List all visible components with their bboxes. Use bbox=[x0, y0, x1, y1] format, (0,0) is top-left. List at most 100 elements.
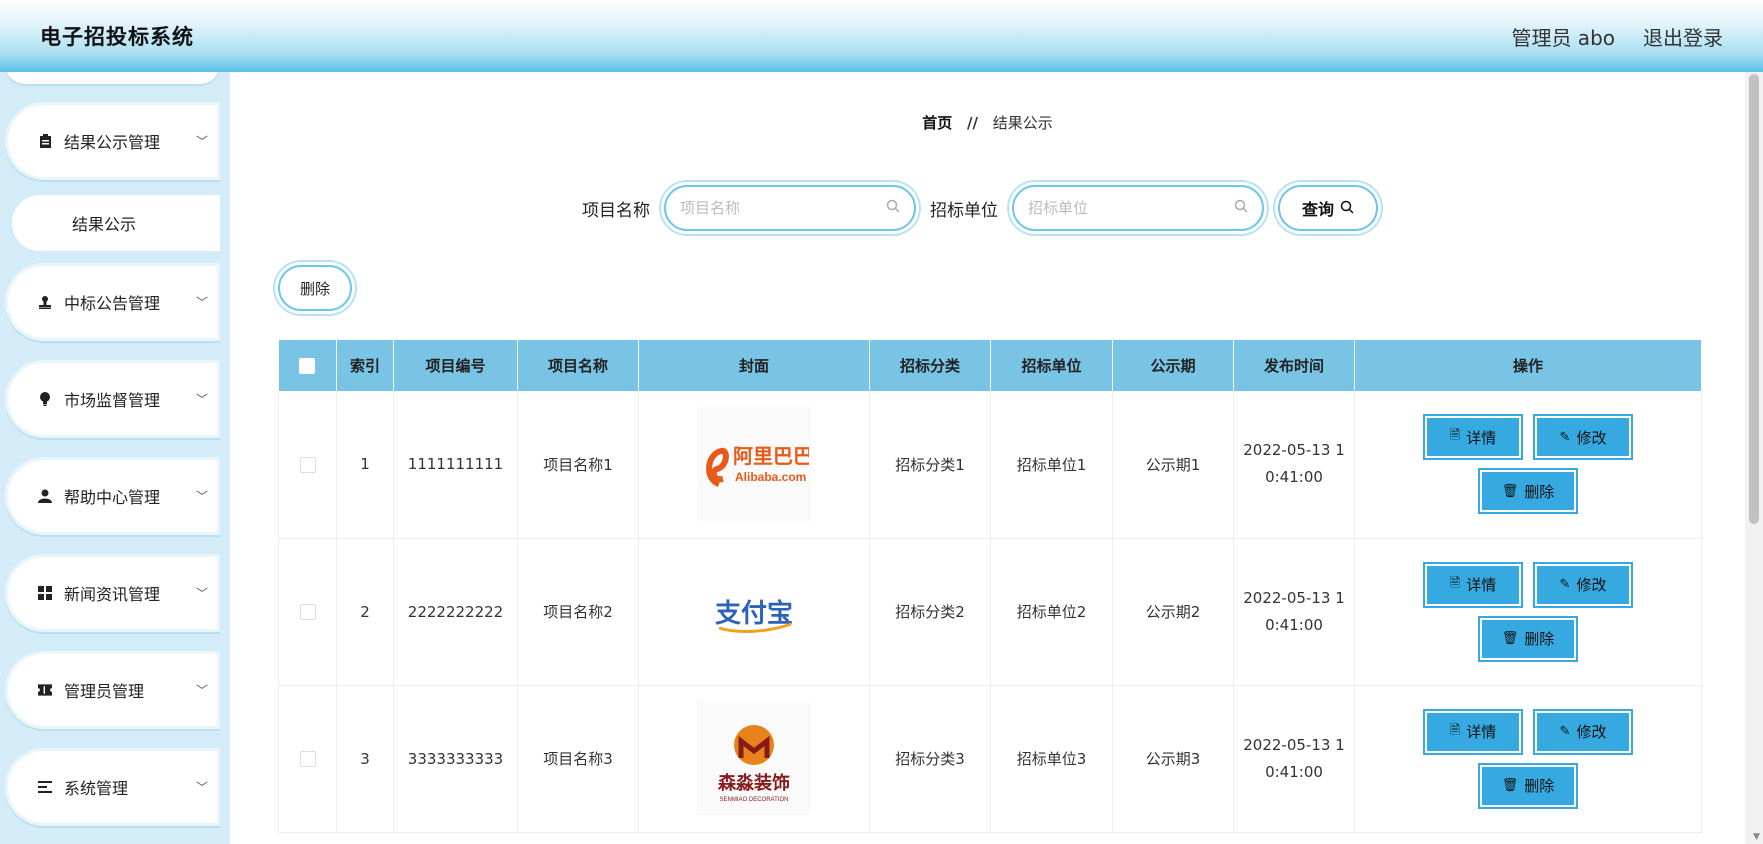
row-select-cell bbox=[278, 391, 337, 539]
document-icon: 🗎 bbox=[1449, 428, 1461, 444]
delete-button[interactable]: 🗑 删除 bbox=[1478, 615, 1578, 662]
row-checkbox[interactable] bbox=[299, 604, 316, 620]
table-row: 3 3333333333 项目名称3 森淼装饰 SENMIAO DECORATI… bbox=[278, 685, 1702, 833]
ticket-icon bbox=[38, 683, 52, 697]
project-name-input[interactable] bbox=[680, 199, 886, 217]
cover-cell: 支付宝 bbox=[638, 538, 870, 686]
submenu-item-result-publicity[interactable]: 结果公示 bbox=[12, 195, 220, 251]
query-button[interactable]: 查询 bbox=[1278, 185, 1378, 231]
edit-button[interactable]: ✎ 修改 bbox=[1533, 708, 1633, 755]
period-cell: 公示期1 bbox=[1112, 391, 1234, 539]
result-table: 索引 项目编号 项目名称 封面 招标分类 招标单位 公示期 发布时间 操作 1 … bbox=[278, 340, 1702, 833]
select-all-checkbox[interactable] bbox=[299, 358, 316, 374]
svg-text:森淼装饰: 森淼装饰 bbox=[718, 772, 790, 794]
period-cell: 公示期2 bbox=[1112, 538, 1234, 686]
publish-time-cell: 2022-05-13 1 0:41:00 bbox=[1233, 685, 1355, 833]
sidebar-item-partial[interactable] bbox=[5, 72, 220, 84]
detail-button-label: 详情 bbox=[1466, 428, 1497, 447]
main-content: 首页 // 结果公示 项目名称 招标单位 查询 删除 bbox=[230, 72, 1745, 844]
column-header: 公示期 bbox=[1112, 340, 1234, 391]
table-row: 2 2222222222 项目名称2 支付宝 招标分类2 招标单位2 公示期2 bbox=[278, 538, 1702, 686]
cover-image-alipay: 支付宝 bbox=[697, 554, 811, 669]
user-icon bbox=[38, 489, 52, 503]
sidebar-item-news[interactable]: 新闻资讯管理 ﹀ bbox=[5, 554, 220, 632]
delete-button[interactable]: 🗑 删除 bbox=[1478, 762, 1578, 809]
pencil-icon: ✎ bbox=[1559, 724, 1571, 739]
bidding-unit-input[interactable] bbox=[1028, 199, 1234, 217]
breadcrumb-current: 结果公示 bbox=[992, 114, 1053, 132]
sidebar-item-result-publicity[interactable]: 结果公示管理 ﹀ bbox=[5, 102, 220, 180]
column-header: 招标单位 bbox=[990, 340, 1113, 391]
unit-cell: 招标单位3 bbox=[990, 685, 1113, 833]
publish-time-cell: 2022-05-13 1 0:41:00 bbox=[1233, 538, 1355, 686]
sidebar-item-label: 系统管理 bbox=[64, 779, 129, 798]
batch-delete-button[interactable]: 删除 bbox=[278, 265, 352, 311]
trash-icon: 🗑 bbox=[1501, 778, 1519, 793]
logout-link[interactable]: 退出登录 bbox=[1643, 22, 1723, 51]
project-name-label: 项目名称 bbox=[582, 200, 650, 221]
ops-cell: 🗎 详情 ✎ 修改 🗑 删除 bbox=[1354, 538, 1702, 686]
sidebar-item-award-notice[interactable]: 中标公告管理 ﹀ bbox=[5, 263, 220, 341]
table-header-row: 索引 项目编号 项目名称 封面 招标分类 招标单位 公示期 发布时间 操作 bbox=[278, 340, 1702, 391]
search-bar: 项目名称 招标单位 查询 bbox=[582, 185, 1378, 231]
delete-button-label: 删除 bbox=[1524, 630, 1555, 648]
chevron-down-icon: ﹀ bbox=[195, 392, 208, 407]
cover-image-alibaba: 阿里巴巴 Alibaba.com bbox=[697, 407, 811, 522]
breadcrumb-separator: // bbox=[967, 114, 978, 132]
bidding-unit-label: 招标单位 bbox=[930, 200, 998, 221]
sidebar-item-market-supervision[interactable]: 市场监督管理 ﹀ bbox=[5, 360, 220, 438]
sidebar-item-label: 结果公示管理 bbox=[64, 133, 161, 152]
sidebar-item-label: 帮助中心管理 bbox=[64, 488, 161, 507]
clipboard-icon bbox=[38, 134, 52, 148]
delete-button[interactable]: 🗑 删除 bbox=[1478, 468, 1578, 515]
ops-cell: 🗎 详情 ✎ 修改 🗑 删除 bbox=[1354, 391, 1702, 539]
project-name-field[interactable] bbox=[664, 185, 916, 231]
edit-button-label: 修改 bbox=[1576, 428, 1607, 447]
edit-button-label: 修改 bbox=[1576, 576, 1607, 594]
edit-button[interactable]: ✎ 修改 bbox=[1533, 414, 1633, 461]
edit-button[interactable]: ✎ 修改 bbox=[1533, 561, 1633, 608]
scroll-down-arrow-icon[interactable]: ▼ bbox=[1753, 832, 1760, 842]
sidebar-item-label: 中标公告管理 bbox=[64, 294, 161, 313]
breadcrumb: 首页 // 结果公示 bbox=[230, 112, 1745, 133]
submenu-item-label: 结果公示 bbox=[72, 215, 137, 234]
chevron-down-icon: ﹀ bbox=[195, 780, 208, 795]
bidding-unit-field[interactable] bbox=[1012, 185, 1264, 231]
sidebar-item-help-center[interactable]: 帮助中心管理 ﹀ bbox=[5, 457, 220, 535]
project-code-cell: 1111111111 bbox=[393, 391, 518, 539]
detail-button[interactable]: 🗎 详情 bbox=[1423, 414, 1523, 461]
ops-cell: 🗎 详情 ✎ 修改 🗑 删除 bbox=[1354, 685, 1702, 833]
sidebar-item-admin[interactable]: 管理员管理 ﹀ bbox=[5, 651, 220, 729]
cover-image-senmiao: 森淼装饰 SENMIAO DECORATION bbox=[697, 700, 811, 815]
search-icon bbox=[886, 199, 900, 217]
svg-text:支付宝: 支付宝 bbox=[715, 598, 793, 629]
svg-text:SENMIAO DECORATION: SENMIAO DECORATION bbox=[720, 797, 789, 803]
sidebar: 结果公示管理 ﹀ 结果公示 中标公告管理 ﹀ 市场监督管理 ﹀ 帮助中心管理 ﹀… bbox=[0, 72, 230, 844]
bulb-icon bbox=[38, 392, 52, 406]
sidebar-item-label: 市场监督管理 bbox=[64, 391, 161, 410]
breadcrumb-home[interactable]: 首页 bbox=[922, 114, 952, 132]
sidebar-item-label: 新闻资讯管理 bbox=[64, 585, 161, 604]
index-cell: 1 bbox=[336, 391, 394, 539]
app-title: 电子招投标系统 bbox=[40, 25, 194, 49]
top-header: 电子招投标系统 管理员 abo 退出登录 bbox=[0, 0, 1763, 72]
detail-button[interactable]: 🗎 详情 bbox=[1423, 561, 1523, 608]
sidebar-item-system[interactable]: 系统管理 ﹀ bbox=[5, 748, 220, 826]
search-icon bbox=[1340, 199, 1354, 218]
row-checkbox[interactable] bbox=[299, 751, 316, 767]
select-all-cell bbox=[278, 340, 337, 391]
column-header: 索引 bbox=[336, 340, 394, 391]
project-name-cell: 项目名称3 bbox=[517, 685, 639, 833]
scrollbar-thumb[interactable] bbox=[1749, 74, 1759, 524]
page-scrollbar[interactable]: ▼ bbox=[1745, 72, 1763, 844]
index-cell: 3 bbox=[336, 685, 394, 833]
grid-icon bbox=[38, 586, 52, 600]
project-code-cell: 3333333333 bbox=[393, 685, 518, 833]
detail-button-label: 详情 bbox=[1466, 723, 1497, 741]
detail-button[interactable]: 🗎 详情 bbox=[1423, 708, 1523, 755]
current-user[interactable]: 管理员 abo bbox=[1511, 22, 1615, 51]
list-icon bbox=[38, 780, 52, 794]
category-cell: 招标分类3 bbox=[869, 685, 991, 833]
column-header: 封面 bbox=[638, 340, 870, 391]
row-checkbox[interactable] bbox=[299, 456, 316, 473]
